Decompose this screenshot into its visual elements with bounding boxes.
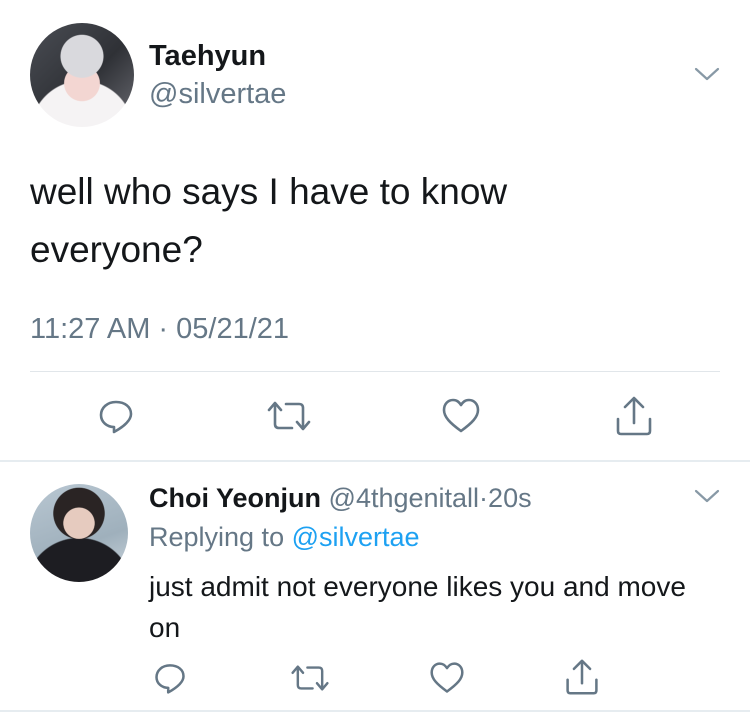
avatar-choi-yeonjun[interactable] <box>30 484 128 582</box>
chevron-down-icon[interactable] <box>692 486 722 506</box>
retweet-icon[interactable] <box>290 662 330 694</box>
author-display-name[interactable]: Taehyun <box>149 40 266 73</box>
replying-to: Replying to @silvertae <box>149 522 420 553</box>
reply-icon[interactable] <box>96 396 136 436</box>
reply-time[interactable]: 20s <box>488 483 532 513</box>
divider <box>30 371 720 372</box>
retweet-icon[interactable] <box>266 398 312 434</box>
chevron-down-icon[interactable] <box>692 64 722 84</box>
share-icon[interactable] <box>614 395 654 437</box>
author-handle[interactable]: @silvertae <box>149 78 286 111</box>
reply-handle[interactable]: @4thgenitall <box>329 483 480 513</box>
time-separator: · <box>479 483 489 513</box>
reply-icon[interactable] <box>152 660 188 696</box>
reply-text: just admit not everyone likes you and mo… <box>149 571 686 643</box>
like-icon[interactable] <box>440 396 482 436</box>
like-icon[interactable] <box>428 660 466 696</box>
bottom-divider <box>0 710 750 712</box>
reply-display-name[interactable]: Choi Yeonjun <box>149 483 321 513</box>
section-divider <box>0 460 750 462</box>
tweet-text: well who says I have to know everyone? <box>30 171 508 270</box>
avatar-taehyun[interactable] <box>30 23 134 127</box>
share-icon[interactable] <box>564 658 600 696</box>
reply-header: Choi Yeonjun @4thgenitall·20s <box>149 483 532 514</box>
tweet-timestamp[interactable]: 11:27 AM · 05/21/21 <box>30 313 289 346</box>
replying-to-link[interactable]: @silvertae <box>292 522 420 552</box>
replying-prefix: Replying to <box>149 522 285 552</box>
